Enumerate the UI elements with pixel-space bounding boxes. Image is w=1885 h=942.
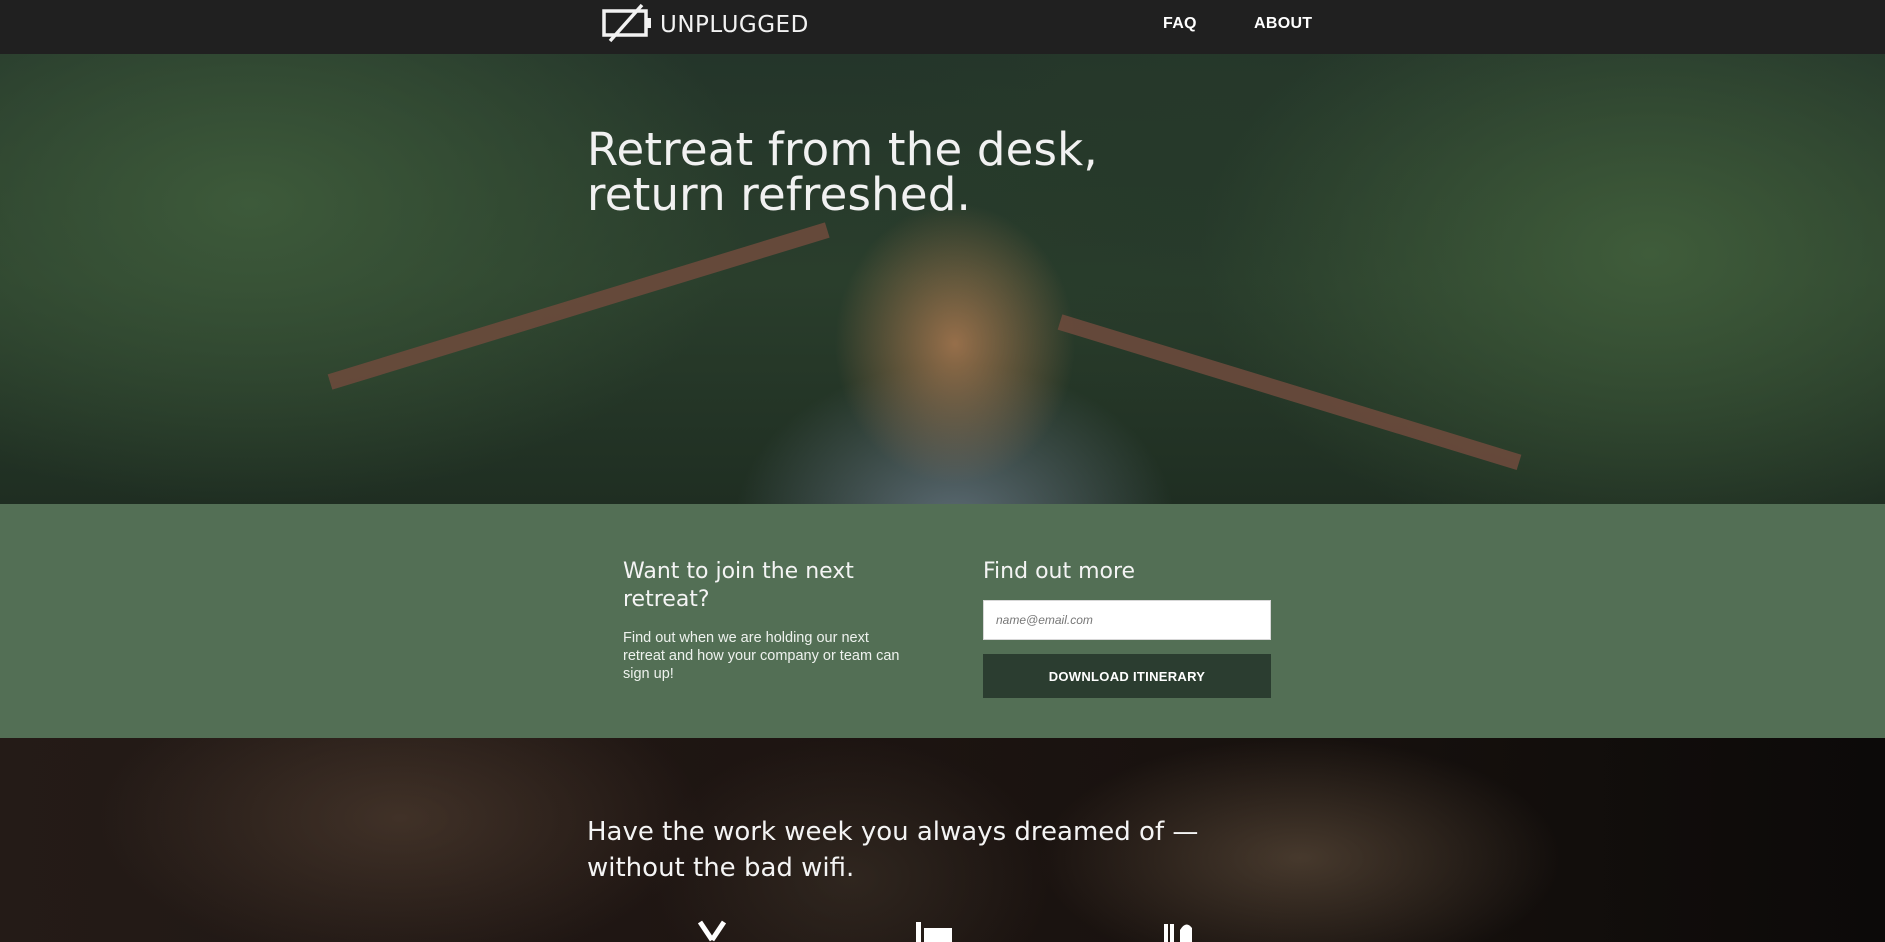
logo-link[interactable]: UNPLUGGED xyxy=(602,3,809,47)
signup-heading: Want to join the next retreat? xyxy=(623,559,854,612)
download-itinerary-button[interactable]: DOWNLOAD ITINERARY xyxy=(983,654,1271,698)
hero-title-line: Retreat from the desk, xyxy=(587,123,1098,176)
features-title: Have the work week you always dreamed of… xyxy=(587,817,1199,883)
features-section: Have the work week you always dreamed of… xyxy=(0,738,1885,942)
signup-section: Want to join the next retreat? Find out … xyxy=(0,504,1885,738)
logo-text: UNPLUGGED xyxy=(660,12,809,38)
campfire-icon xyxy=(688,918,736,942)
food-icon xyxy=(1160,918,1208,942)
signup-info: Want to join the next retreat? Find out … xyxy=(623,558,913,683)
hero-background-bridge-rail xyxy=(327,222,830,390)
bed-icon xyxy=(912,918,960,942)
find-out-more-heading: Find out more xyxy=(983,559,1136,584)
features-icons xyxy=(0,918,1885,942)
nav-link-faq[interactable]: FAQ xyxy=(1163,15,1197,33)
signup-form: Find out more DOWNLOAD ITINERARY xyxy=(983,558,1273,698)
signup-description: Find out when we are holding our next re… xyxy=(623,630,900,682)
hero-background-bridge-rail xyxy=(1057,314,1522,470)
top-navigation-bar: UNPLUGGED FAQ ABOUT xyxy=(0,0,1885,54)
hero-section: Retreat from the desk, return refreshed. xyxy=(0,54,1885,504)
email-input[interactable] xyxy=(983,600,1271,640)
hero-title-line: return refreshed. xyxy=(587,168,972,221)
nav-link-about[interactable]: ABOUT xyxy=(1254,15,1312,33)
hero-title: Retreat from the desk, return refreshed. xyxy=(587,127,1187,217)
battery-slash-icon xyxy=(602,3,654,47)
